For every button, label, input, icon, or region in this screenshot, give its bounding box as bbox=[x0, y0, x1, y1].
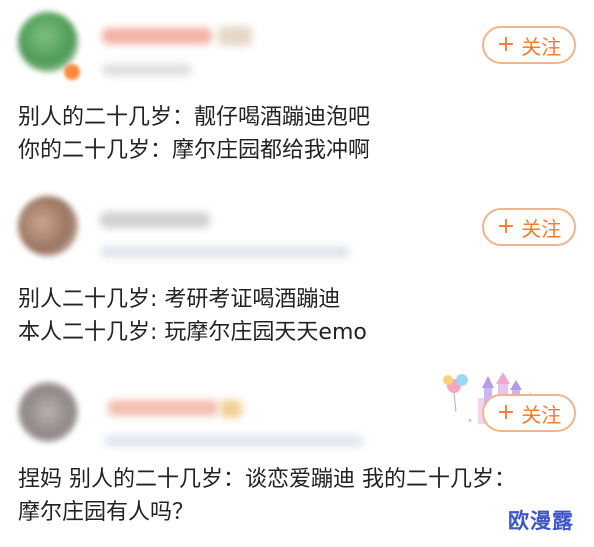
follow-button[interactable]: + 关注 bbox=[482, 208, 576, 246]
follow-button[interactable]: + 关注 bbox=[482, 26, 576, 64]
level-badge bbox=[218, 26, 252, 46]
follow-label: 关注 bbox=[521, 216, 562, 241]
comment-line: 别人的二十几岁：靓仔喝酒蹦迪泡吧 bbox=[18, 105, 371, 130]
comment-text: 别人的二十几岁：靓仔喝酒蹦迪泡吧 你的二十几岁：摩尔庄园都给我冲啊 bbox=[18, 101, 576, 167]
verified-badge-icon bbox=[64, 64, 80, 80]
avatar[interactable] bbox=[18, 382, 78, 442]
username[interactable] bbox=[102, 28, 212, 44]
comment-item: + 关注 别人的二十几岁：靓仔喝酒蹦迪泡吧 你的二十几岁：摩尔庄园都给我冲啊 bbox=[0, 0, 594, 182]
comment-item: + 关注 捏妈 别人的二十几岁：谈恋爱蹦迪 我的二十几岁： 摩尔庄园有人吗？ bbox=[0, 372, 594, 547]
comment-line: 本人二十几岁: 玩摩尔庄园天天emo bbox=[18, 320, 367, 345]
watermark: 欧漫露 bbox=[508, 509, 574, 533]
comment-line: 你的二十几岁：摩尔庄园都给我冲啊 bbox=[18, 138, 371, 163]
comment-line: 摩尔庄园有人吗？ bbox=[18, 500, 195, 525]
level-badge bbox=[220, 400, 242, 418]
comment-feed: + 关注 别人的二十几岁：靓仔喝酒蹦迪泡吧 你的二十几岁：摩尔庄园都给我冲啊 +… bbox=[0, 0, 594, 547]
follow-button[interactable]: + 关注 bbox=[482, 394, 576, 432]
post-meta bbox=[102, 64, 192, 76]
post-meta bbox=[104, 435, 364, 447]
post-meta bbox=[100, 246, 350, 258]
username[interactable] bbox=[100, 212, 210, 228]
follow-label: 关注 bbox=[521, 34, 562, 59]
comment-item: + 关注 别人二十几岁: 考研考证喝酒蹦迪 本人二十几岁: 玩摩尔庄园天天emo bbox=[0, 182, 594, 372]
plus-icon: + bbox=[496, 32, 516, 57]
comment-line: 捏妈 别人的二十几岁：谈恋爱蹦迪 我的二十几岁： bbox=[18, 467, 516, 492]
comment-line: 别人二十几岁: 考研考证喝酒蹦迪 bbox=[18, 287, 341, 312]
plus-icon: + bbox=[496, 214, 516, 239]
username[interactable] bbox=[108, 400, 218, 416]
follow-label: 关注 bbox=[521, 402, 562, 427]
plus-icon: + bbox=[496, 400, 516, 425]
comment-text: 捏妈 别人的二十几岁：谈恋爱蹦迪 我的二十几岁： 摩尔庄园有人吗？ bbox=[18, 463, 576, 529]
avatar[interactable] bbox=[18, 196, 78, 256]
avatar[interactable] bbox=[18, 12, 78, 72]
comment-text: 别人二十几岁: 考研考证喝酒蹦迪 本人二十几岁: 玩摩尔庄园天天emo bbox=[18, 283, 576, 349]
